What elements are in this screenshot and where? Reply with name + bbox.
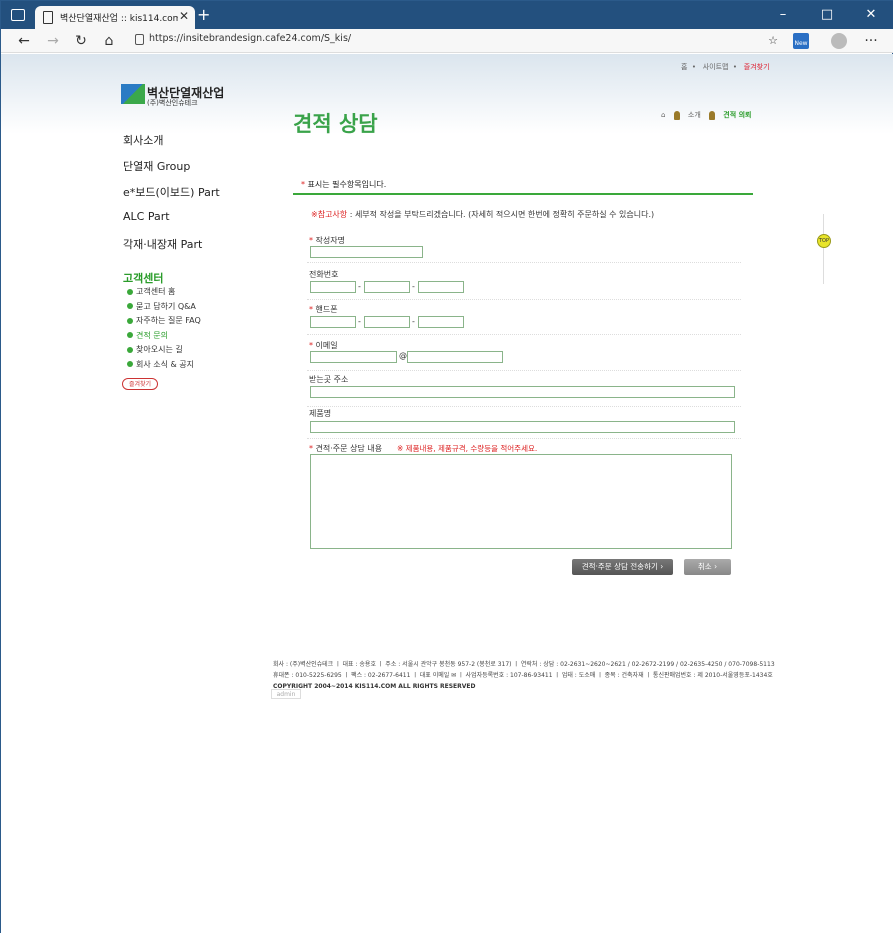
sidebar-item-news[interactable]: 회사 소식 & 공지 <box>123 359 220 374</box>
address-label: 받는곳 주소 <box>309 375 349 384</box>
minimize-button[interactable]: – <box>761 1 805 29</box>
back-button[interactable]: ← <box>14 31 34 51</box>
author-label: * 작성자명 <box>309 236 345 245</box>
tab-title: 벽산단열재산업 :: kis114.com 에 <box>60 14 178 24</box>
bullet-icon <box>127 332 133 338</box>
tab-actions-icon[interactable] <box>11 9 25 21</box>
menu-more-button[interactable]: ··· <box>861 31 881 51</box>
close-tab-icon[interactable]: ✕ <box>179 9 189 23</box>
cancel-button[interactable]: 취소 › <box>684 559 731 575</box>
email-domain-input[interactable] <box>407 351 503 363</box>
breadcrumb: ⌂ 소개 견적 의뢰 <box>661 110 751 120</box>
top-nav-home[interactable]: 홈 <box>681 63 687 71</box>
url-field[interactable]: https://insitebrandesign.cafe24.com/S_ki… <box>149 33 351 44</box>
reference-note: ※참고사항 : 세부적 작성을 부탁드리겠습니다. (자세히 적으시면 한번에 … <box>311 210 655 219</box>
page-title: 견적 상담 <box>293 112 378 136</box>
top-nav: 홈 • 사이트맵 • 즐겨찾기 <box>681 63 770 71</box>
dash: - <box>412 282 415 291</box>
bullet-icon <box>127 361 133 367</box>
copyright: COPYRIGHT 2004~2014 KIS114.COM ALL RIGHT… <box>273 683 476 690</box>
required-note: * 표시는 필수항목입니다. <box>301 180 387 189</box>
breadcrumb-current: 견적 의뢰 <box>723 111 752 119</box>
tree-icon <box>709 110 716 120</box>
sidebar-item-qna[interactable]: 묻고 답하기 Q&A <box>123 301 220 316</box>
sidebar-menu-lumber[interactable]: 각재·내장재 Part <box>123 236 220 262</box>
sidebar-section-title[interactable]: 고객센터 <box>123 270 220 286</box>
top-button[interactable]: TOP <box>817 234 831 248</box>
logo-sub: (주)벽산인슈테크 <box>147 99 198 107</box>
divider <box>293 193 753 195</box>
footer-line-2: 휴대폰 : 010-5225-6295 ㅣ 팩스 : 02-2677-6411 … <box>273 672 773 679</box>
address-bar: ← → ↻ ⌂ https://insitebrandesign.cafe24.… <box>1 29 893 53</box>
bullet-icon <box>127 303 133 309</box>
maximize-button[interactable]: □ <box>805 1 849 29</box>
footer-line-1: 회사 : (주)벽산인슈테크 ㅣ 대표 : 송용호 ㅣ 주소 : 서울시 관악구… <box>273 661 775 668</box>
phone-input-1[interactable] <box>310 281 356 293</box>
phone-input-3[interactable] <box>418 281 464 293</box>
sidebar-menu-company[interactable]: 회사소개 <box>123 132 220 158</box>
mountain-logo-icon <box>121 84 145 104</box>
divider <box>823 214 824 284</box>
phone-input-2[interactable] <box>364 281 410 293</box>
sidebar-menu-insulation[interactable]: 단열재 Group <box>123 158 220 184</box>
at-symbol: @ <box>399 351 407 360</box>
forward-button[interactable]: → <box>43 31 63 51</box>
breadcrumb-intro[interactable]: 소개 <box>688 111 701 119</box>
page-icon <box>43 11 53 24</box>
sidebar-menu-eboard[interactable]: e*보드(이보드) Part <box>123 184 220 210</box>
admin-button[interactable]: admin <box>271 689 301 699</box>
bullet-icon <box>127 288 133 295</box>
sidebar-item-directions[interactable]: 찾아오시는 길 <box>123 344 220 359</box>
submit-button[interactable]: 견적·주문 상담 전송하기 › <box>572 559 673 575</box>
top-nav-favorites[interactable]: 즐겨찾기 <box>744 63 770 71</box>
content-textarea[interactable] <box>310 454 732 549</box>
browser-tab[interactable]: 벽산단열재산업 :: kis114.com 에 ✕ <box>35 6 195 29</box>
sidebar-item-faq[interactable]: 자주하는 질문 FAQ <box>123 315 220 330</box>
phone-label: 전화번호 <box>309 270 339 279</box>
mobile-input-1[interactable] <box>310 316 356 328</box>
reload-button[interactable]: ↻ <box>71 31 91 51</box>
top-nav-sitemap[interactable]: 사이트맵 <box>703 63 729 71</box>
new-tab-button[interactable]: + <box>197 6 211 24</box>
lock-icon[interactable] <box>135 34 144 45</box>
dash: - <box>412 317 415 326</box>
mobile-input-2[interactable] <box>364 316 410 328</box>
author-input[interactable] <box>310 246 423 258</box>
product-input[interactable] <box>310 421 735 433</box>
favorite-star-icon[interactable]: ☆ <box>763 31 783 51</box>
content-label: * 견적·주문 상담 내용 <box>309 444 383 453</box>
web-page: 홈 • 사이트맵 • 즐겨찾기 벽산단열재산업 (주)벽산인슈테크 회사소개 단… <box>1 54 893 934</box>
sidebar-menu-alc[interactable]: ALC Part <box>123 210 220 236</box>
favorites-button[interactable]: 즐겨찾기 <box>122 378 158 390</box>
sidebar-item-estimate[interactable]: 견적 문의 <box>123 330 220 345</box>
tree-icon <box>673 110 680 120</box>
browser-window: 벽산단열재산업 :: kis114.com 에 ✕ + – □ ✕ ← → ↻ … <box>0 0 893 934</box>
home-icon[interactable]: ⌂ <box>661 111 665 119</box>
mobile-label: * 핸드폰 <box>309 305 338 314</box>
extension-icon[interactable]: New <box>793 33 809 49</box>
bullet-icon <box>127 346 133 353</box>
mobile-input-3[interactable] <box>418 316 464 328</box>
email-label: * 이메일 <box>309 341 338 350</box>
logo[interactable]: 벽산단열재산업 (주)벽산인슈테크 <box>121 84 224 107</box>
home-button[interactable]: ⌂ <box>99 31 119 51</box>
sidebar: 회사소개 단열재 Group e*보드(이보드) Part ALC Part 각… <box>123 132 220 373</box>
dash: - <box>358 317 361 326</box>
product-label: 제품명 <box>309 409 332 418</box>
content-tip: ※ 제품내용, 제품규격, 수량등을 적어주세요. <box>397 444 538 453</box>
title-bar: 벽산단열재산업 :: kis114.com 에 ✕ + – □ ✕ <box>1 1 893 29</box>
footer: 회사 : (주)벽산인슈테크 ㅣ 대표 : 송용호 ㅣ 주소 : 서울시 관악구… <box>273 659 775 692</box>
close-window-button[interactable]: ✕ <box>849 1 893 29</box>
address-input[interactable] <box>310 386 735 398</box>
profile-avatar[interactable] <box>831 33 847 49</box>
sidebar-item-cs-home[interactable]: 고객센터 홈 <box>123 286 220 301</box>
dash: - <box>358 282 361 291</box>
email-id-input[interactable] <box>310 351 397 363</box>
bullet-icon <box>127 317 133 324</box>
